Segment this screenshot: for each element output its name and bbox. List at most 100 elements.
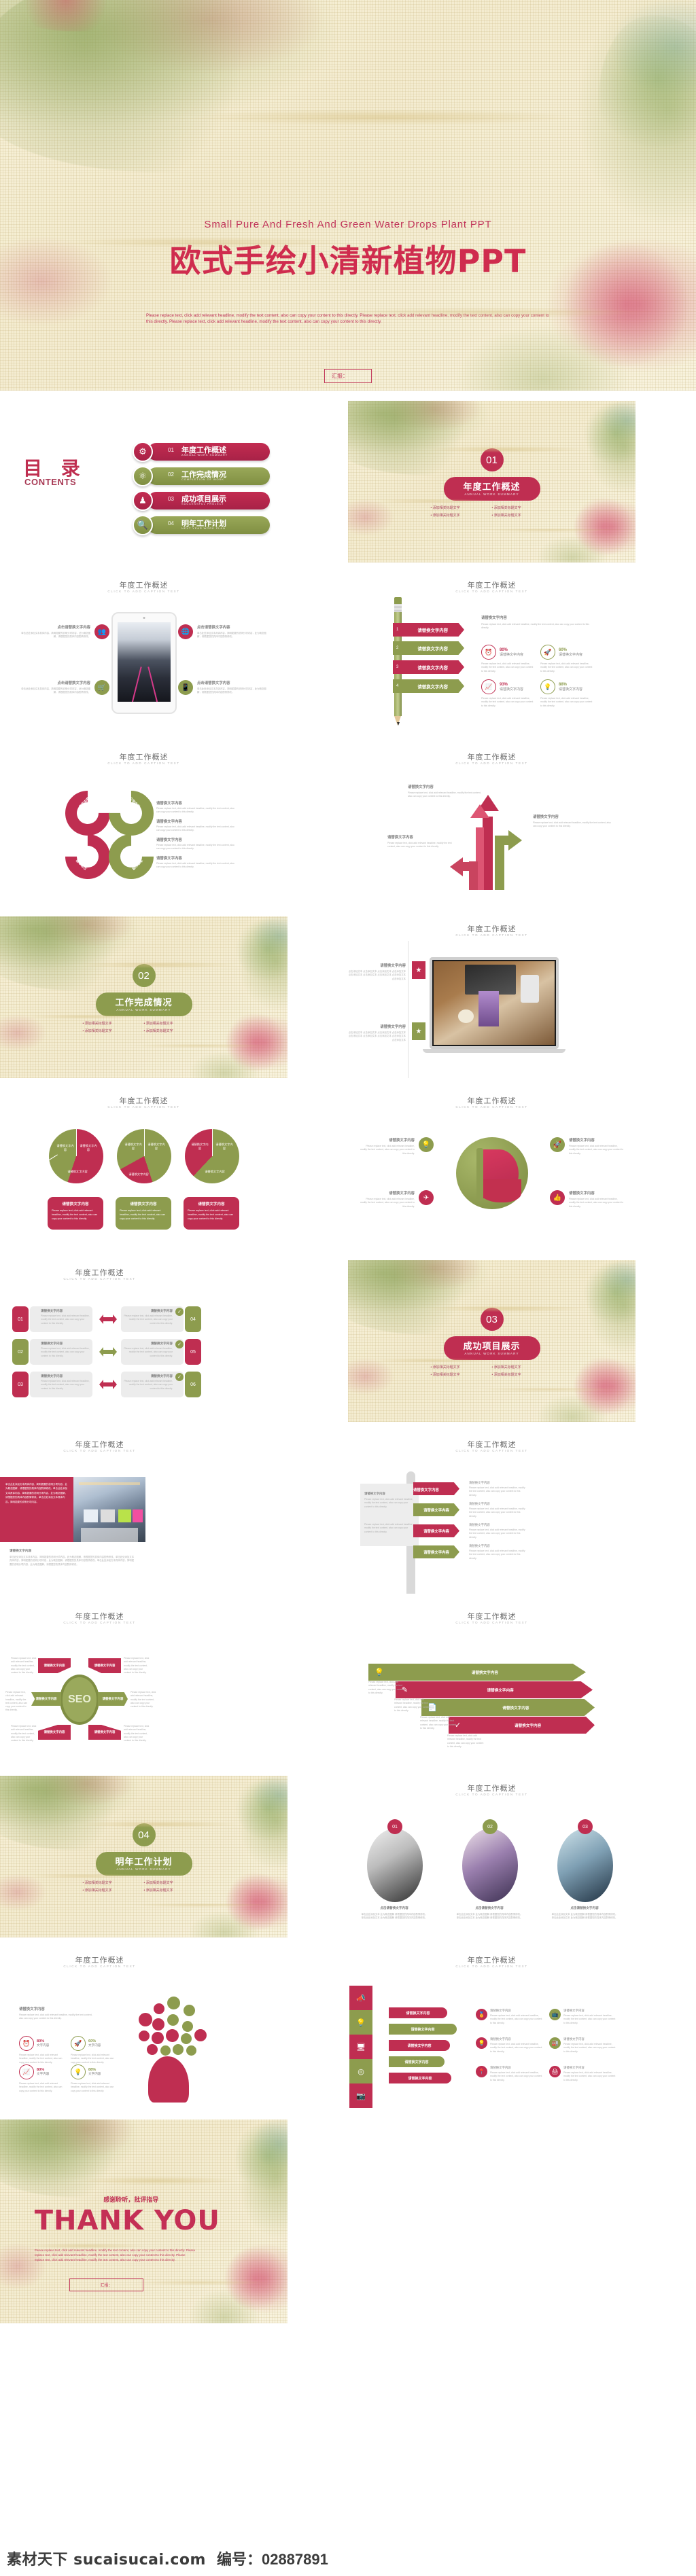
pencil-stat-3[interactable]: 📈 93% 请替换文字内容 Please replace text, click… [481, 679, 536, 708]
monitor-icon: 🖥 [349, 2035, 372, 2059]
section-title-cn: 明年工作计划 [115, 1857, 173, 1867]
loop-row-2[interactable]: 请替换文字内容 Please replace text, click add r… [156, 819, 238, 833]
sphere-point-2[interactable]: 请替换文字内容 Please replace text, click add r… [569, 1137, 625, 1156]
chevron-bar-1[interactable]: 💡 请替换文字内容 [368, 1664, 586, 1681]
toc-item-3[interactable]: ♟ 03 成功项目展示 SUCCESSFUL PROJECT [133, 490, 275, 511]
arrow-note-left[interactable]: 请替换文字内容 Please replace text, click add r… [387, 834, 459, 849]
slide-three-circle-photos[interactable]: 年度工作概述 CLICK TO ADD CAPTION TEXT 01 点击请替… [348, 1776, 636, 1937]
card-title: 请替换文字内容 [62, 1202, 89, 1206]
seo-branch-top-left[interactable]: 请替换文字内容 [38, 1658, 71, 1673]
loop-row-3[interactable]: 请替换文字内容 Please replace text, click add r… [156, 837, 238, 851]
section-title-en: ANNUAL WORK SUMMARY [464, 1352, 519, 1355]
compare-cell-left-1[interactable]: 请替换文字内容 Please replace text, click add r… [30, 1306, 92, 1332]
slide-stacked-bars[interactable]: 年度工作概述 CLICK TO ADD CAPTION TEXT 📣 💡 🖥 ◎… [348, 1948, 636, 2109]
chevron-note-2: Please replace text, click add relevant … [394, 1698, 431, 1712]
seo-branch-mid-left[interactable]: 请替换文字内容 [31, 1692, 61, 1706]
slide-section-divider-01[interactable]: 01 年度工作概述 ANNUAL WORK SUMMARY 添加相关标题文字 添… [348, 401, 636, 562]
seo-branch-bottom-right[interactable]: 请替换文字内容 [88, 1725, 121, 1740]
toc-item-2[interactable]: ⚛ 02 工作完成情况 COMPLETION OF WORK [133, 466, 275, 486]
slide-tablet-four-points[interactable]: 年度工作概述 CLICK TO ADD CAPTION TEXT 点击请替换文字… [0, 573, 288, 734]
chevron-bar-3[interactable]: 📄 请替换文字内容 [421, 1699, 595, 1716]
head-stat-3[interactable]: 📈 80% 文字内容 Please replace text, click ad… [19, 2064, 64, 2093]
slide-thank-you[interactable]: 感谢聆听，批评指导 THANK YOU Please replace text,… [0, 2119, 288, 2323]
pie-card-2[interactable]: 请替换文字内容 Please replace text, click add r… [116, 1197, 171, 1230]
seo-branch-bottom-left[interactable]: 请替换文字内容 [38, 1725, 71, 1740]
chevron-bar-2[interactable]: ✎ 请替换文字内容 [396, 1681, 593, 1698]
timeline-step-3[interactable]: 请替换文字内容 [413, 1524, 459, 1537]
cell-body: Please replace text, click add relevant … [41, 1347, 90, 1357]
head-stat-2[interactable]: 🚀 60% 文字内容 Please replace text, click ad… [71, 2036, 116, 2064]
slide-head-icons-stats[interactable]: 年度工作概述 CLICK TO ADD CAPTION TEXT 请替换文字内容… [0, 1948, 288, 2109]
compare-cell-right-3[interactable]: 请替换文字内容 Please replace text, click add r… [121, 1372, 184, 1397]
caption-title: 点击请替换文字内容 [380, 1906, 408, 1910]
tablet-point-1[interactable]: 点击请替换文字内容 单击此处添加文本具体内容，简明扼要的说明分项内容，此为概念图… [19, 624, 90, 639]
slide-heading: 年度工作概述 [467, 753, 517, 762]
laptop-point-2[interactable]: 请替换文字内容 点击添加文本 点击添加文本 点击添加文本 点击添加文本 点击添加… [348, 1024, 406, 1042]
slide-table-of-contents[interactable]: 目 录 CONTENTS ⚙ 01 年度工作概述 ANNUAL WORK SUM… [0, 401, 288, 562]
slide-section-divider-04[interactable]: 04 明年工作计划 ANNUAL WORK SUMMARY 添加相关标题文字 添… [0, 1776, 288, 1937]
chevron-bar-4[interactable]: ✓ 请替换文字内容 [449, 1717, 595, 1734]
slide-pencil-steps[interactable]: 年度工作概述 CLICK TO ADD CAPTION TEXT 1 请替换文字… [348, 573, 636, 734]
toc-item-4[interactable]: 🔍 04 明年工作计划 NEXT YEAR WORK PLAN [133, 515, 275, 535]
thanks-reporter-field[interactable]: 汇报： [69, 2278, 144, 2291]
reporter-field[interactable]: 汇报： [324, 369, 372, 384]
slide-sphere-four-points[interactable]: 年度工作概述 CLICK TO ADD CAPTION TEXT 请替换文字内容… [348, 1088, 636, 1250]
pencil-step-3[interactable]: 3 请替换文字内容 [393, 660, 464, 674]
slide-seo-mindmap[interactable]: 年度工作概述 CLICK TO ADD CAPTION TEXT SEO 请替换… [0, 1604, 288, 1766]
tablet-point-4[interactable]: 点击请替换文字内容 单击此处添加文本具体内容，简明扼要的说明分项内容，此为概念图… [197, 680, 268, 695]
stack-bar-2[interactable]: 请替换文字内容 [389, 2024, 457, 2035]
seo-branch-top-right[interactable]: 请替换文字内容 [88, 1658, 121, 1673]
pie-card-3[interactable]: 请替换文字内容 Please replace text, click add r… [184, 1197, 239, 1230]
head-stat-1[interactable]: ⏰ 80% 文字内容 Please replace text, click ad… [19, 2036, 64, 2064]
stack-bar-1[interactable]: 请替换文字内容 [389, 2007, 447, 2018]
pencil-step-1[interactable]: 1 请替换文字内容 [393, 623, 464, 637]
slide-comparison-table[interactable]: 年度工作概述 CLICK TO ADD CAPTION TEXT 01 ✓ 请替… [0, 1260, 288, 1422]
note-title: 请替换文字内容 [469, 1544, 490, 1548]
slide-section-divider-03[interactable]: 03 成功项目展示 ANNUAL WORK SUMMARY 添加相关标题文字 添… [348, 1260, 636, 1422]
slide-section-divider-02[interactable]: 02 工作完成情况 ANNUAL WORK SUMMARY 添加相关标题文字 添… [0, 916, 288, 1078]
timeline-step-2[interactable]: 请替换文字内容 [413, 1503, 459, 1516]
slide-infinity-loop[interactable]: 年度工作概述 CLICK TO ADD CAPTION TEXT 文字内容 文字… [0, 745, 288, 906]
section-bullet: 添加相关标题文字 [431, 512, 492, 519]
slide-office-photo-text[interactable]: 年度工作概述 CLICK TO ADD CAPTION TEXT 单击此处添加文… [0, 1432, 288, 1594]
tablet-point-2[interactable]: 点击请替换文字内容 单击此处添加文本具体内容，简明扼要的说明分项内容，此为概念图… [197, 624, 268, 639]
arrow-note-top[interactable]: 请替换文字内容 Please replace text, click add r… [408, 784, 483, 799]
compare-cell-right-2[interactable]: 请替换文字内容 Please replace text, click add r… [121, 1339, 184, 1365]
pencil-stat-1[interactable]: ⏰ 80% 请替换文字内容 Please replace text, click… [481, 645, 536, 673]
compare-cell-right-1[interactable]: 请替换文字内容 Please replace text, click add r… [121, 1306, 184, 1332]
stack-bar-4[interactable]: 请替换文字内容 [389, 2056, 445, 2067]
arrow-note-right[interactable]: 请替换文字内容 Please replace text, click add r… [533, 814, 613, 829]
pencil-step-2[interactable]: 2 请替换文字内容 [393, 641, 464, 655]
slide-timeline-steps[interactable]: 年度工作概述 CLICK TO ADD CAPTION TEXT 请替换文字内容… [348, 1432, 636, 1594]
section-number-badge: 02 [132, 964, 156, 987]
sphere-point-1[interactable]: 请替换文字内容 Please replace text, click add r… [359, 1137, 415, 1156]
loop-row-1[interactable]: 请替换文字内容 Please replace text, click add r… [156, 800, 238, 815]
pencil-step-4[interactable]: 4 请替换文字内容 [393, 679, 464, 693]
slide-chevron-bars[interactable]: 年度工作概述 CLICK TO ADD CAPTION TEXT 💡 请替换文字… [348, 1604, 636, 1766]
pencil-stat-2[interactable]: 🚀 60% 请替换文字内容 Please replace text, click… [540, 645, 595, 673]
sphere-point-4[interactable]: 请替换文字内容 Please replace text, click add r… [569, 1190, 625, 1209]
laptop-point-1[interactable]: 请替换文字内容 点击添加文本 点击添加文本 点击添加文本 点击添加文本 点击添加… [348, 963, 406, 981]
tablet-point-3[interactable]: 点击请替换文字内容 单击此处添加文本具体内容，简明扼要的说明分项内容，此为概念图… [19, 680, 90, 695]
compare-cell-left-2[interactable]: 请替换文字内容 Please replace text, click add r… [30, 1339, 92, 1365]
head-stat-4[interactable]: 💡 88% 文字内容 Please replace text, click ad… [71, 2064, 116, 2093]
slide-3d-arrows[interactable]: 年度工作概述 CLICK TO ADD CAPTION TEXT 请替换文字内容… [348, 745, 636, 906]
pencil-stat-4[interactable]: 💡 88% 请替换文字内容 Please replace text, click… [540, 679, 595, 708]
slide-three-pie-charts[interactable]: 年度工作概述 CLICK TO ADD CAPTION TEXT 请替换文字内容… [0, 1088, 288, 1250]
stack-bar-3[interactable]: 请替换文字内容 [389, 2040, 450, 2051]
loop-row-4[interactable]: 请替换文字内容 Please replace text, click add r… [156, 855, 238, 870]
seo-branch-mid-right[interactable]: 请替换文字内容 [98, 1692, 128, 1706]
step-label: 请替换文字内容 [423, 1550, 449, 1555]
timeline-left-block-2[interactable]: Please replace text, click add relevant … [364, 1523, 413, 1534]
point-body: 点击添加文本 点击添加文本 点击添加文本 点击添加文本 点击添加文本 点击添加文… [348, 970, 406, 980]
compare-cell-left-3[interactable]: 请替换文字内容 Please replace text, click add r… [30, 1372, 92, 1397]
toc-item-1[interactable]: ⚙ 01 年度工作概述 ANNUAL WORK SUMMARY [133, 442, 275, 462]
pie-card-1[interactable]: 请替换文字内容 Please replace text, click add r… [48, 1197, 103, 1230]
slide-laptop-two-points[interactable]: 年度工作概述 CLICK TO ADD CAPTION TEXT 请替换文字内容… [348, 916, 636, 1078]
timeline-step-4[interactable]: 请替换文字内容 [413, 1545, 459, 1558]
sphere-point-3[interactable]: 请替换文字内容 Please replace text, click add r… [359, 1190, 415, 1209]
timeline-left-block-1[interactable]: 请替换文字内容 Please replace text, click add r… [364, 1492, 413, 1509]
timeline-step-1[interactable]: 请替换文字内容 [413, 1482, 459, 1495]
stack-bar-5[interactable]: 请替换文字内容 [389, 2073, 451, 2083]
pie-slice-label: 请替换文字内容 [215, 1143, 233, 1150]
